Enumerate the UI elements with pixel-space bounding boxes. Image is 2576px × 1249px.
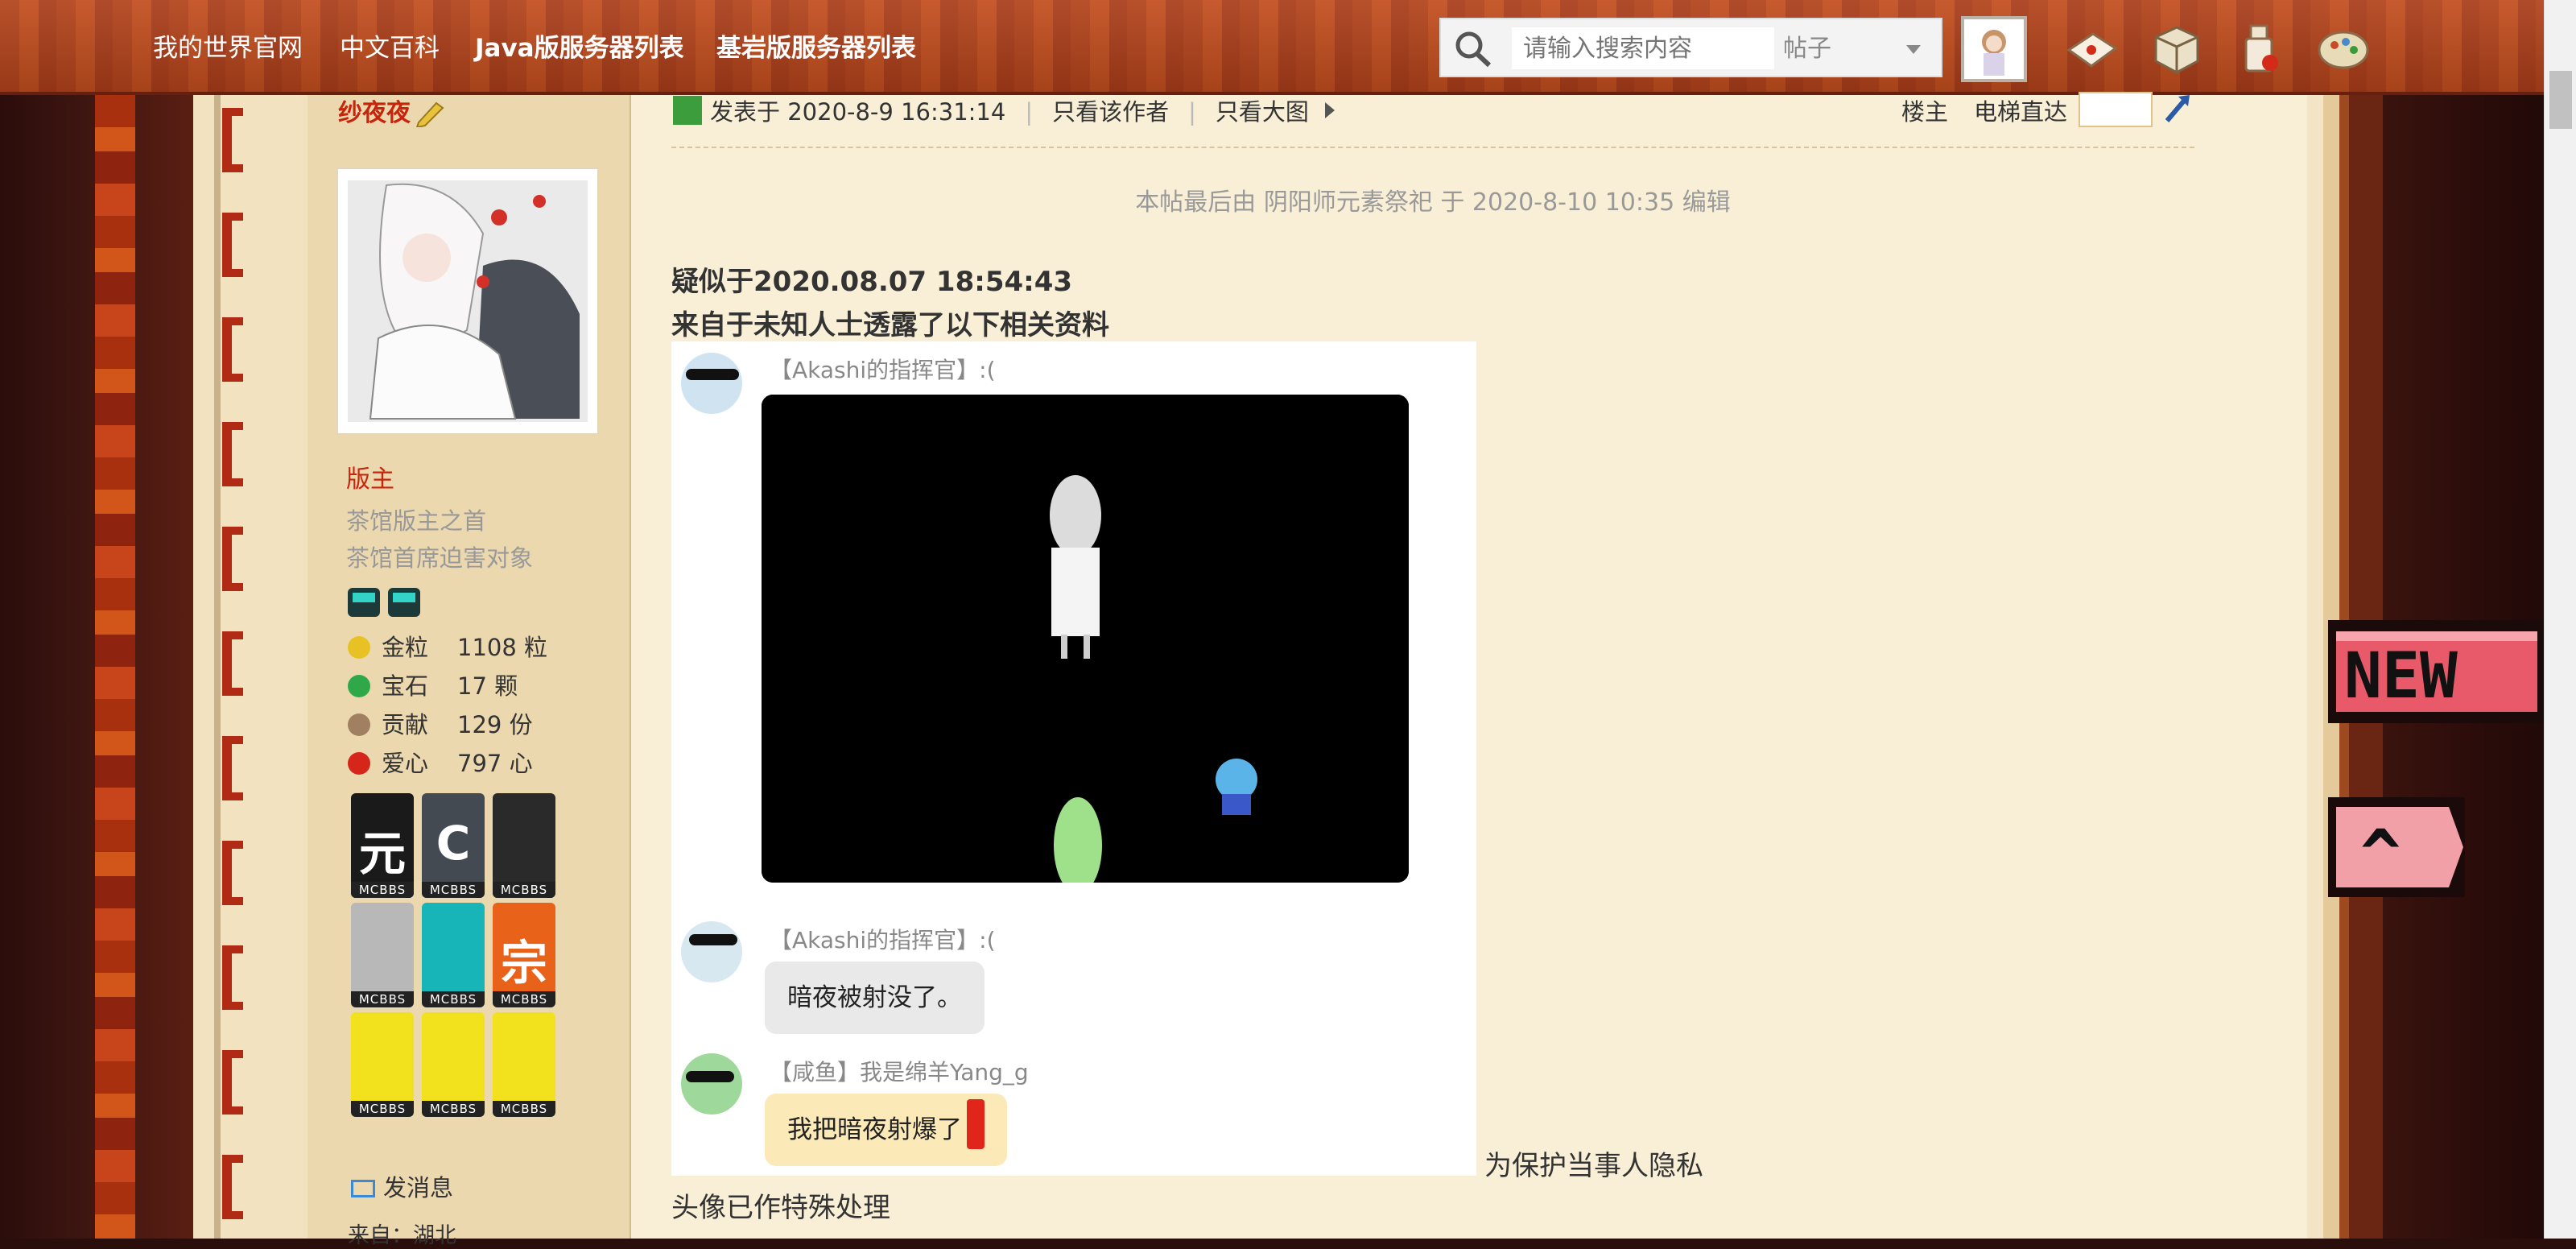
medal-tag: MCBBS <box>422 991 485 1007</box>
medal-glyph: 元 <box>358 826 406 881</box>
medal-badge[interactable]: MCBBS <box>422 903 485 1007</box>
stat-gem: 宝石 17 颗 <box>348 670 518 702</box>
divider: | <box>1025 98 1034 126</box>
gold-nugget-icon <box>348 636 370 659</box>
meta-divider <box>671 147 2194 148</box>
user-title: 茶馆版主之首 <box>346 507 487 535</box>
game-scene <box>762 395 1409 883</box>
nav-link-official-site[interactable]: 我的世界官网 <box>153 31 303 66</box>
envelope-icon[interactable] <box>2064 23 2120 76</box>
chat-bubble: 我把暗夜射爆了 <box>765 1094 1007 1166</box>
blurred-avatar <box>681 1053 742 1115</box>
medal-tag: MCBBS <box>493 882 555 898</box>
nav-link-java-servers[interactable]: Java版服务器列表 <box>475 31 684 66</box>
floor-label: 楼主 <box>1901 98 1949 126</box>
big-image-link[interactable]: 只看大图 <box>1216 98 1309 126</box>
palette-icon[interactable] <box>2315 23 2372 76</box>
stat-gold: 金粒 1108 粒 <box>348 631 547 664</box>
crafting-box-icon[interactable] <box>2148 23 2204 76</box>
medal-tag: MCBBS <box>493 991 555 1007</box>
caption-text: 头像已作特殊处理 <box>671 1192 890 1224</box>
medal-badge[interactable]: MCBBS <box>351 1012 414 1117</box>
stat-love: 爱心 797 心 <box>348 747 533 780</box>
back-to-top-flag-icon[interactable]: ^ <box>2328 797 2465 897</box>
emerald-icon <box>348 675 370 697</box>
medal-badge[interactable]: 宗 MCBBS <box>493 903 555 1007</box>
blurred-avatar <box>681 353 742 414</box>
user-location: 来自：湖北 <box>348 1223 456 1248</box>
chat-sender: 【Akashi的指挥官】:( <box>770 357 996 383</box>
pencil-icon <box>415 101 444 127</box>
avatar-figure-icon <box>1982 30 2006 76</box>
post-text-line: 疑似于2020.08.07 18:54:43 <box>671 266 1073 298</box>
send-message-link[interactable]: 发消息 <box>351 1171 453 1205</box>
nav-link-bedrock-servers[interactable]: 基岩版服务器列表 <box>716 31 916 66</box>
helmet-badge-icon <box>348 588 420 617</box>
lava-decoration <box>95 95 135 1239</box>
search-box: 帖子 <box>1439 18 1942 77</box>
up-label: ^ <box>2360 815 2401 894</box>
avatar-illustration <box>348 180 588 422</box>
edit-note: 本帖最后由 阴阳师元素祭祀 于 2020-8-10 10:35 编辑 <box>1135 188 1731 217</box>
play-arrow-icon[interactable] <box>1324 102 1335 118</box>
post-text-line: 来自于未知人士透露了以下相关资料 <box>671 309 1109 341</box>
scrollbar-thumb[interactable] <box>2549 71 2572 129</box>
medal-badge[interactable]: MCBBS <box>351 903 414 1007</box>
game-screenshot <box>762 395 1409 883</box>
author-name[interactable]: 纱夜夜 <box>338 95 411 132</box>
user-group[interactable]: 版主 <box>346 459 394 494</box>
medal-badge[interactable]: MCBBS <box>493 793 555 898</box>
contribution-icon <box>348 713 370 736</box>
only-author-link[interactable]: 只看该作者 <box>1052 98 1169 126</box>
elevator-input[interactable] <box>2079 92 2153 127</box>
medal-tag: MCBBS <box>351 1101 414 1117</box>
apple-heart-icon <box>348 752 370 775</box>
chevron-down-icon[interactable] <box>1906 45 1921 54</box>
medal-glyph: 宗 <box>500 936 547 991</box>
user-avatar[interactable] <box>1961 16 2027 82</box>
blurred-avatar <box>681 921 742 982</box>
vertical-scrollbar[interactable] <box>2544 0 2576 1239</box>
creeper-icon <box>673 96 702 125</box>
elevator-label: 电梯直达 <box>1974 98 2068 126</box>
medal-tag: MCBBS <box>422 882 485 898</box>
bracket-decoration <box>222 108 243 1219</box>
nav-link-wiki[interactable]: 中文百科 <box>340 31 440 66</box>
medal-badge[interactable]: MCBBS <box>493 1012 555 1117</box>
post-meta: 发表于 2020-8-9 16:31:14 | 只看该作者 | 只看大图 <box>673 92 1335 132</box>
potion-icon[interactable] <box>2231 23 2288 76</box>
medal-badge[interactable]: MCBBS <box>422 1012 485 1117</box>
chat-sender: 【咸鱼】我是绵羊Yang_g <box>770 1059 1029 1086</box>
medal-tag: MCBBS <box>351 991 414 1007</box>
caption-text: 为保护当事人隐私 <box>1484 1150 1703 1182</box>
stat-contribution: 贡献 129 份 <box>348 709 533 741</box>
top-navigation-bar: 我的世界官网 中文百科 Java版服务器列表 基岩版服务器列表 帖子 <box>0 0 2576 95</box>
chat-bubble: 暗夜被射没了。 <box>765 962 985 1034</box>
divider: | <box>1188 98 1196 126</box>
user-title: 茶馆首席迫害对象 <box>346 544 534 572</box>
go-arrow-icon[interactable] <box>2162 93 2191 124</box>
firecracker-icon <box>967 1099 985 1149</box>
medal-glyph: C <box>436 816 471 871</box>
new-label: NEW <box>2344 640 2458 713</box>
chat-screenshot-image[interactable]: 【Akashi的指挥官】:( 【Akashi的指挥官】:( 暗夜被射没了。 【咸… <box>671 341 1476 1176</box>
chat-sender: 【Akashi的指挥官】:( <box>770 927 996 953</box>
author-avatar[interactable] <box>336 167 599 435</box>
search-input[interactable] <box>1512 27 1774 69</box>
envelope-icon <box>351 1180 375 1197</box>
medal-tag: MCBBS <box>422 1101 485 1117</box>
search-icon[interactable] <box>1452 29 1494 68</box>
post-time: 发表于 2020-8-9 16:31:14 <box>710 98 1006 126</box>
medal-badge[interactable]: C MCBBS <box>422 793 485 898</box>
new-posts-flag-icon[interactable]: NEW <box>2328 620 2545 723</box>
medal-tag: MCBBS <box>493 1101 555 1117</box>
medal-tag: MCBBS <box>351 882 414 898</box>
medal-badge[interactable]: 元 MCBBS <box>351 793 414 898</box>
search-type-select[interactable]: 帖子 <box>1783 31 1831 68</box>
